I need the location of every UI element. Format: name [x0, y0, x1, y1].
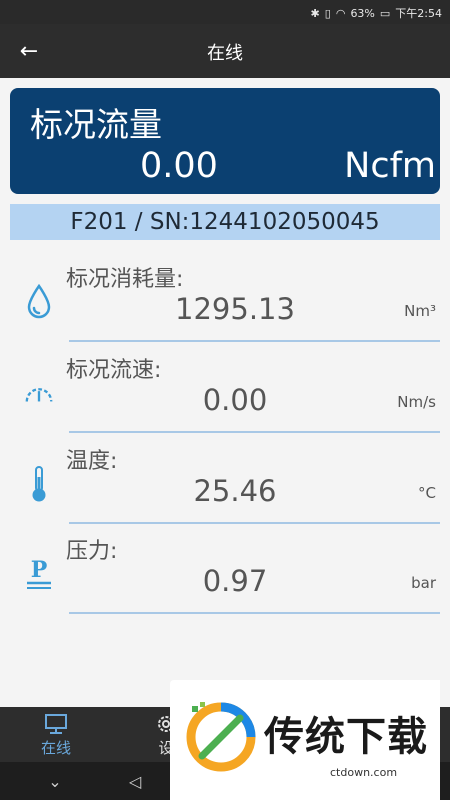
reading-unit: bar [411, 574, 436, 592]
divider [69, 522, 440, 524]
reading-value: 0.00 [202, 383, 268, 417]
divider [69, 340, 440, 342]
nav-down-button[interactable]: ⌄ [40, 768, 70, 794]
battery-icon: ▭ [379, 6, 391, 20]
status-bar: ✱ ▯ ◠ 63% ▭ 下午2:54 [0, 0, 450, 24]
watermark-logo [186, 702, 256, 772]
page-title: 在线 [207, 43, 243, 64]
watermark-brand: 传统下载 [264, 714, 428, 760]
reading-value: 1295.13 [175, 292, 295, 326]
divider [69, 431, 440, 433]
reading-unit: Nm/s [397, 393, 436, 411]
reading-pressure: P 压力: 0.97 bar [0, 530, 450, 618]
tab-online-label: 在线 [40, 739, 71, 757]
triangle-back-icon: ◁ [128, 771, 142, 791]
app-bar: ← 在线 [0, 24, 450, 78]
reading-label: 标况消耗量: [66, 267, 184, 292]
status-time: 下午2:54 [395, 7, 442, 20]
bluetooth-icon: ✱ [310, 6, 320, 20]
water-drop-icon [24, 282, 54, 322]
reading-label: 压力: [66, 539, 118, 564]
watermark: 传统下载 ctdown.com [170, 680, 440, 800]
device-serial: F201 / SN:1244102050045 [10, 204, 440, 240]
reading-value: 25.46 [193, 474, 277, 508]
flow-value: 0.00 [140, 146, 218, 186]
battery-percent: 63% [350, 6, 375, 20]
flow-unit: Ncfm [344, 146, 436, 186]
reading-label: 温度: [66, 449, 118, 474]
reading-value: 0.97 [202, 564, 268, 598]
tab-online[interactable]: 在线 [16, 707, 96, 762]
flow-label: 标况流量 [30, 105, 162, 144]
speedometer-icon [24, 373, 54, 413]
monitor-icon [45, 714, 67, 734]
watermark-domain: ctdown.com [330, 766, 398, 779]
pressure-icon: P [24, 554, 54, 594]
reading-unit: Nm³ [404, 302, 436, 320]
reading-consumption: 标况消耗量: 1295.13 Nm³ [0, 258, 450, 346]
flow-card: 标况流量 0.00 Ncfm [10, 88, 440, 194]
reading-temperature: 温度: 25.46 °C [0, 440, 450, 528]
chevron-down-icon: ⌄ [48, 771, 62, 791]
thermometer-icon [24, 464, 54, 504]
wifi-icon: ◠ [335, 6, 346, 20]
nav-back-button[interactable]: ◁ [120, 768, 150, 794]
divider [69, 612, 440, 614]
svg-text:P: P [31, 557, 48, 583]
vibrate-icon: ▯ [324, 6, 331, 20]
reading-velocity: 标况流速: 0.00 Nm/s [0, 349, 450, 437]
reading-unit: °C [418, 484, 436, 502]
reading-label: 标况流速: [66, 358, 162, 383]
